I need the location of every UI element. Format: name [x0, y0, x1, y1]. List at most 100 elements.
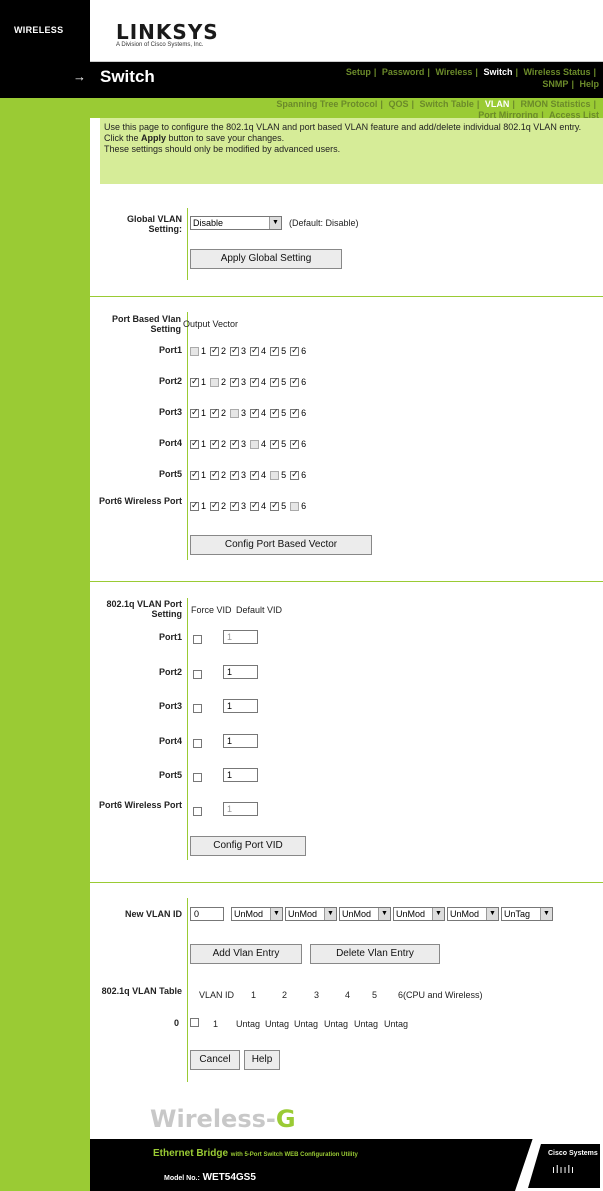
port-vector-checkbox[interactable] [250, 407, 260, 419]
vlan-table-header-cell: 5 [372, 990, 378, 1000]
port-vector-checkbox[interactable] [290, 502, 300, 512]
port-vector-number: 3 [241, 346, 247, 356]
port-vector-checkbox[interactable] [270, 438, 280, 450]
new-vlan-id-input[interactable]: 0 [190, 907, 224, 921]
port-vector-checkbox[interactable] [290, 376, 300, 388]
force-vid-checkbox[interactable] [193, 670, 202, 680]
port-based-port-label: Port6 Wireless Port [99, 496, 182, 506]
nav-qos[interactable]: QOS [388, 99, 408, 109]
model-number: Model No.: WET54GS5 [164, 1172, 256, 1183]
port-vector-checkbox[interactable] [230, 438, 240, 450]
force-vid-checkbox[interactable] [193, 635, 202, 645]
vlan-member-select[interactable]: UnMod ▼ [393, 907, 445, 921]
force-vid-wrap [193, 669, 204, 680]
vlan-row-checkbox[interactable] [190, 1018, 199, 1028]
port-vector-checkbox[interactable] [190, 438, 199, 450]
nav-help[interactable]: Help [579, 79, 599, 89]
cancel-button[interactable]: Cancel [190, 1050, 240, 1070]
nav-setup[interactable]: Setup [346, 67, 371, 77]
port-vector-checkbox[interactable] [230, 409, 240, 419]
nav-switch[interactable]: Switch [483, 67, 512, 77]
add-vlan-entry-button[interactable]: Add Vlan Entry [190, 944, 302, 964]
port-vector-checkbox[interactable] [190, 376, 199, 388]
port-vector-number: 3 [241, 408, 247, 418]
vid-port-label: Port2 [158, 667, 182, 677]
default-vid-input[interactable]: 1 [223, 699, 258, 713]
vlan-member-select[interactable]: UnMod ▼ [231, 907, 283, 921]
port-vector-number: 5 [281, 346, 287, 356]
port-vector-checkbox[interactable] [290, 407, 300, 419]
port-vector-checkbox[interactable] [250, 500, 260, 512]
port-vector-number: 6 [301, 439, 307, 449]
new-vlan-label: New VLAN ID [124, 909, 182, 919]
config-port-vid-button[interactable]: Config Port VID [190, 836, 306, 856]
vlan-table-header-cell: VLAN ID [199, 990, 235, 1000]
vlan-member-select[interactable]: UnMod ▼ [339, 907, 391, 921]
port-vector-checkbox[interactable] [250, 469, 260, 481]
port-vector-checkbox[interactable] [250, 440, 260, 450]
port-vector-checkbox[interactable] [270, 500, 280, 512]
port-vector-number: 2 [221, 377, 227, 387]
port-vector-checkbox[interactable] [290, 345, 300, 357]
vlan-member-select[interactable]: UnMod ▼ [447, 907, 499, 921]
vlan-member-select[interactable]: UnTag ▼ [501, 907, 553, 921]
port-vector-checkbox[interactable] [270, 471, 280, 481]
apply-global-button[interactable]: Apply Global Setting [190, 249, 342, 269]
cisco-bars-icon: ılıılı [552, 1164, 576, 1176]
port-vector-checkbox[interactable] [230, 500, 240, 512]
global-vlan-select[interactable]: Disable ▼ [190, 216, 282, 230]
force-vid-wrap [193, 634, 204, 645]
output-vector-header: Output Vector [183, 319, 239, 329]
port-vector-number: 1 [201, 408, 207, 418]
port-vector-checkbox[interactable] [190, 347, 199, 357]
nav-wireless-status[interactable]: Wireless Status [524, 67, 591, 77]
port-vector-number: 1 [201, 377, 207, 387]
port-vector-checkbox[interactable] [250, 376, 260, 388]
header: LINKSYS A Division of Cisco Systems, Inc… [90, 0, 603, 62]
port-vector-checkbox[interactable] [270, 345, 280, 357]
default-vid-input[interactable]: 1 [223, 734, 258, 748]
help-button[interactable]: Help [244, 1050, 280, 1070]
port-vector-checkbox[interactable] [270, 376, 280, 388]
port-vector-number: 1 [201, 501, 207, 511]
nav-password[interactable]: Password [382, 67, 425, 77]
force-vid-checkbox[interactable] [193, 739, 202, 749]
port-vector-checkbox[interactable] [250, 345, 260, 357]
port-vector-checkbox[interactable] [210, 407, 220, 419]
port-vector-number: 2 [221, 470, 227, 480]
force-vid-checkbox[interactable] [193, 773, 202, 783]
port-vector-checkbox[interactable] [230, 345, 240, 357]
force-vid-checkbox[interactable] [193, 704, 202, 714]
port-vector-checkbox[interactable] [210, 438, 220, 450]
vlan-member-select[interactable]: UnMod ▼ [285, 907, 337, 921]
nav-snmp[interactable]: SNMP [542, 79, 568, 89]
port-vector-checkbox[interactable] [190, 407, 199, 419]
delete-vlan-entry-button[interactable]: Delete Vlan Entry [310, 944, 440, 964]
port-vector-checkbox[interactable] [290, 469, 300, 481]
port-vector-checkbox[interactable] [190, 500, 199, 512]
force-vid-checkbox[interactable] [193, 807, 202, 817]
port-vector-checkbox[interactable] [290, 438, 300, 450]
port-vector-checkbox[interactable] [190, 469, 199, 481]
port-vector-checkbox[interactable] [210, 345, 220, 357]
port-vector-checkbox[interactable] [210, 469, 220, 481]
default-vid-input[interactable]: 1 [223, 665, 258, 679]
port-vector-checkbox[interactable] [230, 376, 240, 388]
default-vid-input[interactable]: 1 [223, 630, 258, 644]
port-vector-checkbox[interactable] [230, 469, 240, 481]
default-vid-input[interactable]: 1 [223, 768, 258, 782]
vid-port-label: Port4 [158, 736, 182, 746]
config-port-based-button[interactable]: Config Port Based Vector [190, 535, 372, 555]
nav-switch-table[interactable]: Switch Table [420, 99, 474, 109]
cisco-logo: Cisco Systems [548, 1150, 598, 1157]
port-vector-checkbox[interactable] [210, 378, 220, 388]
nav-wireless[interactable]: Wireless [435, 67, 472, 77]
port-vector-checkbox[interactable] [270, 407, 280, 419]
default-vid-input[interactable]: 1 [223, 802, 258, 816]
left-rail [0, 0, 90, 1191]
vlan-table-cell: Untag [384, 1019, 409, 1029]
nav-rmon[interactable]: RMON Statistics [520, 99, 590, 109]
nav-vlan[interactable]: VLAN [485, 99, 510, 109]
port-vector-checkbox[interactable] [210, 500, 220, 512]
nav-stp[interactable]: Spanning Tree Protocol [276, 99, 377, 109]
